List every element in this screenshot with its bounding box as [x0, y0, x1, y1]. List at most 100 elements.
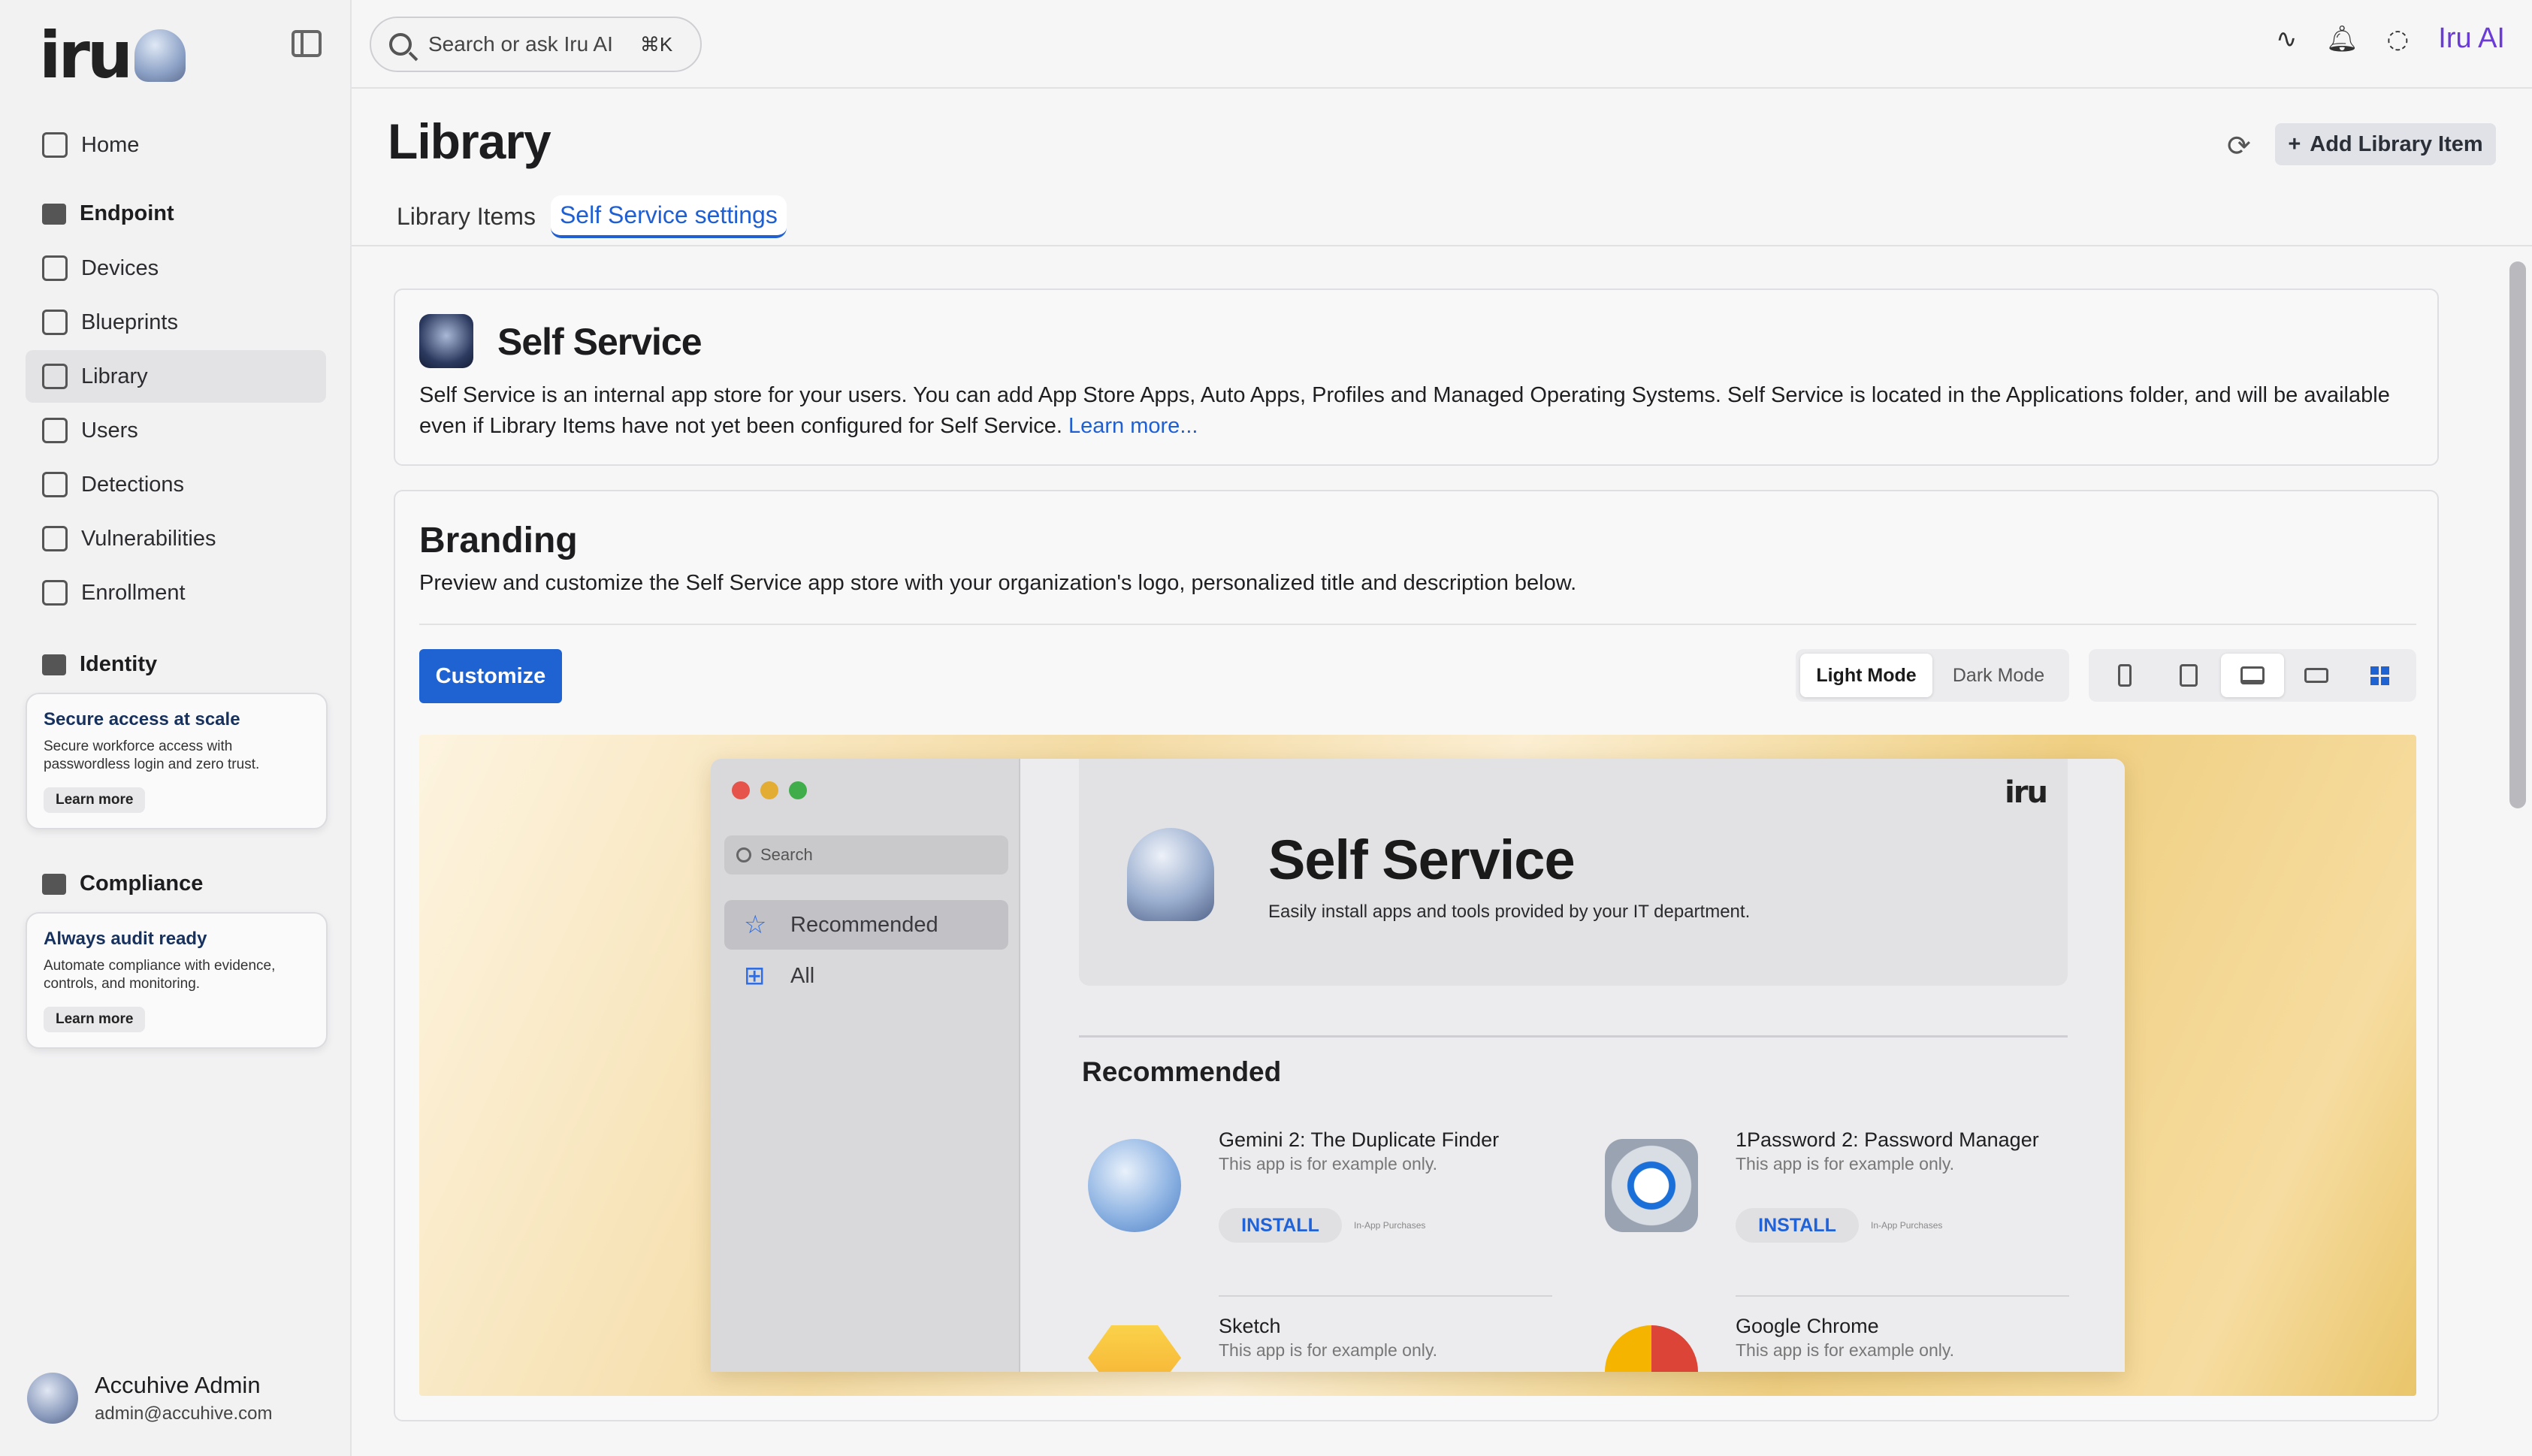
preview-hero-title: Self Service	[1268, 829, 1576, 891]
learn-more-link[interactable]: Learn more...	[1068, 414, 1198, 438]
gemini-app-icon	[1088, 1139, 1181, 1232]
sidebar-item-enrollment[interactable]: Enrollment	[26, 566, 326, 619]
self-service-description: Self Service is an internal app store fo…	[419, 380, 2418, 442]
topbar: Search or ask Iru AI ⌘K ∿ 🔔︎ ◌ Iru AI	[352, 0, 2532, 89]
preview-app-gemini: Gemini 2: The Duplicate Finder This app …	[1082, 1118, 1552, 1297]
sidebar-item-devices[interactable]: Devices	[26, 242, 326, 295]
sidebar: iru Home Endpoint Devices Blueprints Lib…	[0, 0, 352, 1456]
top-actions: ∿ 🔔︎ ◌ Iru AI	[2271, 23, 2505, 55]
branding-card: Branding Preview and customize the Self …	[394, 490, 2439, 1421]
self-service-description-text: Self Service is an internal app store fo…	[419, 383, 2390, 438]
iphone-button[interactable]	[2093, 654, 2157, 697]
zoom-dot-icon	[789, 781, 807, 799]
ipad-button[interactable]	[2157, 654, 2221, 697]
preview-nav-label: Recommended	[790, 912, 938, 937]
1password-app-icon	[1605, 1139, 1698, 1232]
logo-text: iru	[39, 18, 133, 93]
avatar	[27, 1373, 78, 1424]
plus-icon: +	[2288, 131, 2301, 156]
jellyfish-logo-icon	[1127, 828, 1214, 921]
sidebar-item-label: Home	[81, 132, 140, 157]
search-placeholder: Search or ask Iru AI	[428, 32, 613, 56]
mac-icon	[2240, 666, 2265, 684]
section-compliance: Compliance	[42, 871, 203, 896]
app-name: Sketch	[1219, 1315, 1281, 1337]
refresh-icon[interactable]: ⟳	[2227, 129, 2257, 162]
search-icon	[389, 33, 412, 56]
chat-icon[interactable]: ◌	[2382, 24, 2413, 54]
learn-more-button[interactable]: Learn more	[44, 1007, 146, 1032]
iru-logo[interactable]: iru	[39, 18, 186, 93]
sidebar-item-users[interactable]: Users	[26, 404, 326, 457]
devices-icon	[42, 255, 68, 281]
section-label: Identity	[80, 652, 158, 676]
preview-section-title: Recommended	[1082, 1056, 1282, 1087]
users-icon	[42, 418, 68, 443]
detections-icon	[42, 472, 68, 497]
appearance-toggle: Light Mode Dark Mode	[1796, 649, 2069, 702]
add-library-item-button[interactable]: + Add Library Item	[2275, 123, 2496, 165]
learn-more-button[interactable]: Learn more	[44, 787, 146, 813]
tabs-divider	[352, 245, 2532, 246]
section-label: Compliance	[80, 871, 204, 896]
sidebar-item-label: Blueprints	[81, 310, 178, 334]
install-button: INSTALL	[1736, 1208, 1859, 1243]
self-service-card: Self Service Self Service is an internal…	[394, 288, 2439, 466]
sidebar-item-label: Library	[81, 364, 148, 388]
sketch-app-icon	[1088, 1325, 1181, 1372]
dark-mode-button[interactable]: Dark Mode	[1932, 654, 2065, 697]
collapse-sidebar-icon[interactable]	[292, 30, 322, 57]
identity-icon	[42, 654, 66, 675]
sidebar-item-home[interactable]: Home	[26, 119, 326, 171]
activity-icon[interactable]: ∿	[2271, 24, 2301, 54]
self-service-title: Self Service	[497, 321, 702, 363]
mac-button[interactable]	[2220, 654, 2285, 697]
tab-self-service-settings[interactable]: Self Service settings	[550, 195, 787, 238]
divider	[1079, 1035, 2068, 1038]
divider	[419, 624, 2416, 625]
preview-app-1password: 1Password 2: Password Manager This app i…	[1599, 1118, 2069, 1297]
sidebar-item-library[interactable]: Library	[26, 350, 326, 403]
app-name: Gemini 2: The Duplicate Finder	[1219, 1128, 1500, 1151]
preview-hero-subtitle: Easily install apps and tools provided b…	[1268, 902, 1751, 922]
tv-icon	[2304, 668, 2328, 683]
blueprints-icon	[42, 310, 68, 335]
iru-ai-button[interactable]: Iru AI	[2438, 23, 2505, 55]
endpoint-icon	[42, 203, 66, 225]
app-name: 1Password 2: Password Manager	[1736, 1128, 2039, 1151]
preview-hero: iru Self Service Easily install apps and…	[1079, 759, 2068, 986]
sidebar-item-detections[interactable]: Detections	[26, 458, 326, 511]
preview-search-input: Search	[724, 835, 1008, 875]
promo-text: Automate compliance with evidence, contr…	[44, 958, 276, 992]
close-dot-icon	[732, 781, 750, 799]
branding-description: Preview and customize the Self Service a…	[419, 571, 1577, 595]
divider	[1219, 1295, 1552, 1297]
search-icon	[736, 847, 751, 862]
preview-sidebar: Search ☆ Recommended ⊞ All	[711, 759, 1020, 1372]
sidebar-item-blueprints[interactable]: Blueprints	[26, 296, 326, 349]
device-toggle	[2089, 649, 2416, 702]
user-profile[interactable]: Accuhive Admin admin@accuhive.com	[27, 1372, 272, 1424]
light-mode-button[interactable]: Light Mode	[1800, 654, 1932, 697]
enrollment-icon	[42, 580, 68, 606]
section-identity: Identity	[42, 652, 157, 677]
sidebar-item-label: Devices	[81, 255, 159, 280]
tab-library-items[interactable]: Library Items	[388, 197, 545, 237]
scrollbar[interactable]	[2509, 261, 2526, 808]
chrome-app-icon	[1605, 1325, 1698, 1372]
customize-button[interactable]: Customize	[419, 649, 562, 703]
section-label: Endpoint	[80, 201, 174, 225]
search-input[interactable]: Search or ask Iru AI ⌘K	[370, 17, 702, 72]
app-note: This app is for example only.	[1736, 1340, 1955, 1360]
sidebar-item-vulnerabilities[interactable]: Vulnerabilities	[26, 512, 326, 565]
promo-card-identity: Secure access at scale Secure workforce …	[26, 693, 328, 829]
page-title: Library	[388, 113, 551, 169]
tv-button[interactable]	[2284, 654, 2348, 697]
app-note: This app is for example only.	[1219, 1154, 1438, 1174]
branding-title: Branding	[419, 521, 578, 560]
bell-icon[interactable]: 🔔︎	[2326, 24, 2358, 54]
install-button: INSTALL	[1219, 1208, 1342, 1243]
windows-button[interactable]	[2348, 654, 2412, 697]
home-icon	[42, 132, 68, 158]
vulnerabilities-icon	[42, 526, 68, 551]
